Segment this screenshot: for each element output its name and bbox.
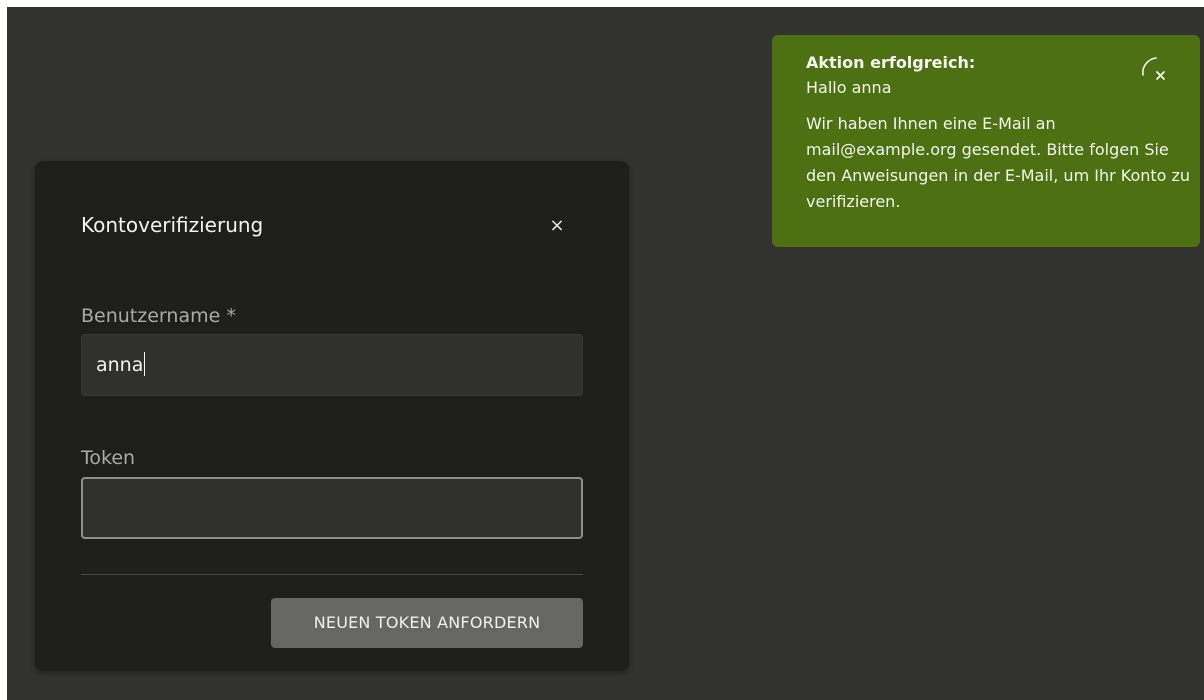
token-label: Token bbox=[81, 447, 136, 469]
close-icon: × bbox=[549, 215, 565, 236]
success-notification: Aktion erfolgreich: Hallo anna Wir haben… bbox=[772, 35, 1200, 247]
username-input[interactable]: anna bbox=[81, 334, 583, 396]
close-icon[interactable] bbox=[1136, 45, 1176, 85]
dialog-title: Kontoverifizierung bbox=[81, 213, 264, 237]
text-caret bbox=[144, 351, 146, 376]
request-new-token-button[interactable]: NEUEN TOKEN ANFORDERN bbox=[271, 598, 583, 648]
notification-message: Wir haben Ihnen eine E-Mail an mail@exam… bbox=[806, 114, 1191, 211]
app-viewport: Kontoverifizierung × Benutzername * anna… bbox=[7, 7, 1204, 700]
token-input[interactable] bbox=[81, 477, 583, 539]
dialog-divider bbox=[81, 574, 583, 575]
dialog-close-button[interactable]: × bbox=[542, 211, 572, 241]
account-verification-dialog: Kontoverifizierung × Benutzername * anna… bbox=[35, 161, 629, 671]
username-value: anna bbox=[96, 354, 144, 376]
username-label: Benutzername * bbox=[81, 305, 236, 327]
